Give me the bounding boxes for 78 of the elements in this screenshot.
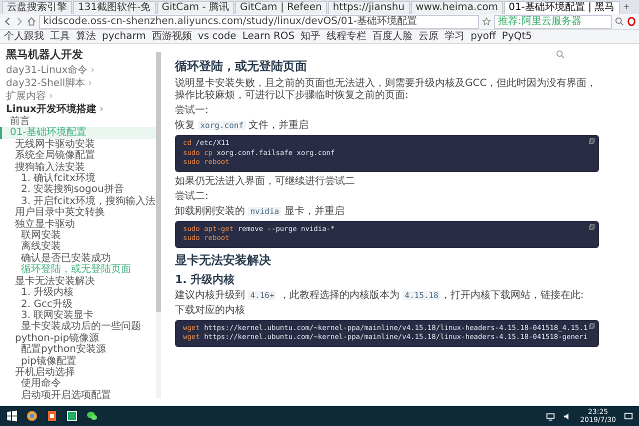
sidebar-item[interactable]: 1. 确认fcitx环境 (6, 173, 156, 184)
bookmark-link[interactable]: PyQt5 (502, 30, 532, 42)
bookmark-link[interactable]: 西游视频 (152, 30, 192, 42)
sidebar-item[interactable]: 3. 开启fcitx环境，搜狗输入法 (6, 196, 156, 208)
browser-tab[interactable]: GitCam - 腾讯 (156, 1, 234, 14)
sidebar-item[interactable]: 2. 安装搜狗sogou拼音 (6, 184, 156, 196)
sidebar-item[interactable]: 系统全局镜像配置 (6, 150, 156, 162)
section-heading: 显卡无法安装解决 (175, 252, 272, 268)
sidebar-item[interactable]: pip镜像配置 (6, 356, 156, 367)
network-icon[interactable] (546, 412, 556, 420)
search-icon[interactable] (615, 17, 624, 26)
sidebar-item[interactable]: 启动项开启选项配置 (6, 390, 156, 402)
bookmark-link[interactable]: pycharm (102, 30, 146, 42)
bookmark-link[interactable]: 云原 (418, 30, 439, 42)
paragraph: 如果仍无法进入界面，可继续进行尝试二 (175, 176, 356, 188)
chat-app-icon[interactable] (86, 410, 98, 422)
browser-tab[interactable]: GitCam | Refeen (234, 1, 327, 14)
sidebar-item[interactable]: 联网安装 (6, 230, 156, 242)
search-icon[interactable] (556, 50, 565, 59)
sidebar-item[interactable]: 开机启动选择 (6, 366, 156, 378)
browser-tab[interactable]: 131截图软件-免 (73, 1, 156, 14)
section-heading: 循环登陆，或无登陆页面 (175, 58, 308, 75)
notification-icon[interactable] (624, 412, 633, 420)
sidebar-item[interactable]: 显卡无法安装解决 (6, 276, 156, 288)
paragraph: 下载对应的内核 (175, 304, 246, 316)
bookmark-link[interactable]: pyoff (470, 30, 496, 42)
paragraph: 尝试二: (175, 190, 210, 202)
new-tab-button[interactable]: + (620, 2, 632, 14)
star-icon[interactable] (482, 17, 491, 26)
sidebar-item[interactable]: 确认是否已安装成功 (6, 252, 156, 264)
bookmark-link[interactable]: 线程专栏 (326, 30, 367, 42)
sidebar-item[interactable]: 配置python安装源 (6, 344, 156, 356)
copy-icon[interactable] (589, 224, 595, 230)
sidebar-item[interactable]: 使用命令 (6, 378, 156, 390)
sidebar-item[interactable]: python-pip镜像源 (6, 332, 156, 344)
browser-app-icon[interactable] (26, 410, 38, 422)
sidebar-item[interactable]: 3. 联网安装显卡 (6, 310, 156, 322)
browser-tab[interactable]: https://jianshu (328, 1, 410, 14)
sidebar-item[interactable]: 前言 (6, 116, 156, 128)
sidebar-item[interactable]: 搜狗输入法安装 (6, 162, 156, 174)
bookmark-link[interactable]: 个人跟我 (4, 30, 44, 42)
sidebar-item[interactable]: day31-Linux命令 › (6, 64, 156, 77)
sidebar-item[interactable]: 2. Gcc升级 (6, 298, 156, 310)
forward-icon[interactable] (15, 17, 24, 26)
bookmark-link[interactable]: 学习 (444, 30, 465, 42)
windows-logo-icon[interactable] (6, 410, 18, 422)
bookmark-link[interactable]: 工具 (50, 30, 70, 42)
bookmark-link[interactable]: Learn ROS (242, 30, 295, 42)
document-app-icon[interactable] (46, 410, 58, 422)
sidebar-item[interactable]: 扩展内容 › (6, 90, 156, 103)
sidebar-item[interactable]: 独立显卡驱动 (6, 218, 156, 230)
bookmark-link[interactable]: 算法 (76, 30, 96, 42)
copy-icon[interactable] (589, 138, 595, 144)
home-icon[interactable] (27, 17, 36, 26)
opera-logo-icon[interactable] (627, 17, 636, 26)
sidebar-item[interactable]: 用户目录中英文转换 (6, 207, 156, 219)
bookmark-link[interactable]: 知乎 (300, 30, 321, 42)
site-title[interactable]: 黑马机器人开发 (6, 48, 156, 62)
bookmark-link[interactable]: vs code (198, 30, 236, 42)
sidebar-item[interactable]: 无线网卡驱动安装 (6, 138, 156, 150)
sidebar-item[interactable]: 显卡安装成功后的一些问题 (6, 321, 156, 333)
paragraph: 说明显卡安装失败，且之前的页面也无法进入，则需要升级内核及GCC，但此时因为没有界面，操作比较麻烦，可进行以下步骤临时恢复之前的页面: (175, 78, 598, 102)
sidebar-item[interactable]: Linux开发环境搭建 › (6, 103, 156, 116)
paragraph: 建议内核升级到 4.16+ ，此教程选择的内核版本为 4.15.18 ，打开内核下载网站，链接在此: (175, 290, 585, 302)
paragraph: 恢复 xorg.conf 文件，并重启 (175, 120, 310, 132)
bookmark-link[interactable]: 百度人脸 (372, 30, 413, 42)
sidebar-item[interactable]: day32-Shell脚本 › (6, 77, 156, 90)
browser-tab[interactable]: 云盘搜索引擎 (2, 1, 72, 14)
copy-icon[interactable] (589, 322, 595, 328)
browser-tab[interactable]: www.heima.com (410, 1, 503, 14)
back-icon[interactable] (3, 17, 12, 26)
sidebar-item[interactable]: 离线安装 (6, 241, 156, 253)
subsection-heading: 1. 升级内核 (175, 272, 236, 286)
sidebar-item[interactable]: 1. 升级内核 (6, 287, 156, 298)
paragraph: 尝试一: (175, 105, 210, 117)
scrollbar[interactable] (156, 52, 161, 398)
picture-app-icon[interactable] (66, 410, 78, 422)
paragraph: 卸载刚刚安装的 nvidia 显卡，并重启 (175, 206, 346, 218)
